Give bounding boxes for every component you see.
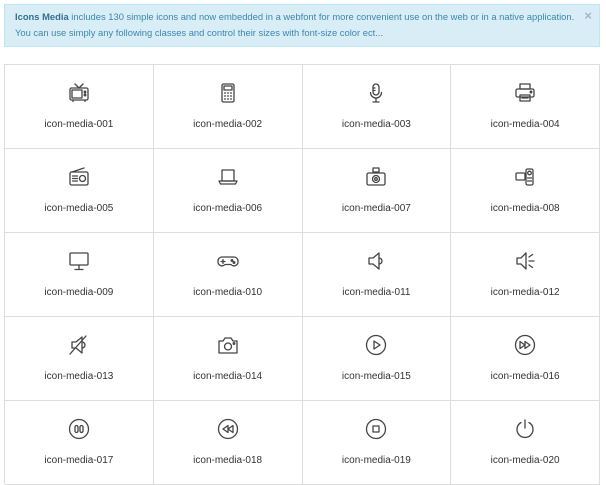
icon-tile-label: icon-media-010: [193, 287, 263, 298]
close-icon[interactable]: ×: [584, 8, 592, 24]
power-icon: [513, 417, 537, 441]
icon-tile[interactable]: icon-media-002: [153, 65, 303, 149]
volume-icon: [513, 249, 537, 273]
icon-tile[interactable]: icon-media-014: [153, 317, 303, 401]
icon-tile-label: icon-media-011: [342, 287, 411, 298]
icon-tile-label: icon-media-013: [44, 371, 114, 382]
icon-tile-label: icon-media-005: [44, 203, 114, 214]
icon-tile-label: icon-media-009: [44, 287, 114, 298]
video-camera-icon: [513, 165, 537, 189]
info-alert: Icons Media includes 130 simple icons an…: [4, 4, 600, 47]
microphone-icon: [364, 81, 388, 105]
icon-tile-label: icon-media-002: [193, 119, 263, 130]
fast-forward-icon: [513, 333, 537, 357]
icon-tile-label: icon-media-004: [490, 119, 560, 130]
icon-tile[interactable]: icon-media-011: [302, 233, 452, 317]
speaker-icon: [364, 249, 388, 273]
icon-tile-label: icon-media-018: [193, 455, 263, 466]
icon-tile-label: icon-media-012: [490, 287, 560, 298]
icon-grid: icon-media-001 icon-media-002 icon-media-0…: [4, 64, 600, 485]
icon-tile-label: icon-media-016: [490, 371, 560, 382]
photo-camera-icon: [216, 333, 240, 357]
icon-tile-label: icon-media-007: [341, 203, 411, 214]
icon-tile[interactable]: icon-media-008: [451, 149, 600, 233]
icon-tile[interactable]: icon-media-017: [5, 401, 154, 485]
icon-tile[interactable]: icon-media-004: [451, 65, 600, 149]
alert-text: includes 130 simple icons and now embedd…: [15, 11, 575, 38]
icon-tile[interactable]: icon-media-013: [5, 317, 154, 401]
icon-tile[interactable]: icon-media-009: [5, 233, 154, 317]
printer-icon: [513, 81, 537, 105]
icon-tile[interactable]: icon-media-020: [451, 401, 600, 485]
icon-tile[interactable]: icon-media-006: [153, 149, 303, 233]
gamepad-icon: [216, 249, 240, 273]
laptop-icon: [216, 165, 240, 189]
icon-tile-label: icon-media-014: [193, 371, 263, 382]
icon-tile-label: icon-media-008: [490, 203, 560, 214]
icon-tile[interactable]: icon-media-018: [153, 401, 303, 485]
play-icon: [364, 333, 388, 357]
icon-tile[interactable]: icon-media-010: [153, 233, 303, 317]
icon-tile[interactable]: icon-media-003: [302, 65, 452, 149]
camera-icon: [364, 165, 388, 189]
icon-tile[interactable]: icon-media-015: [302, 317, 452, 401]
icon-tile[interactable]: icon-media-016: [451, 317, 600, 401]
mute-icon: [67, 333, 91, 357]
icon-tile-label: icon-media-001: [44, 119, 114, 130]
tv-icon: [67, 81, 91, 105]
icon-tile[interactable]: icon-media-019: [302, 401, 452, 485]
icon-tile-label: icon-media-015: [341, 371, 411, 382]
icon-tile-label: icon-media-006: [193, 203, 263, 214]
monitor-icon: [67, 249, 91, 273]
pause-icon: [67, 417, 91, 441]
icon-tile[interactable]: icon-media-001: [5, 65, 154, 149]
icon-tile-label: icon-media-019: [341, 455, 411, 466]
rewind-icon: [216, 417, 240, 441]
icon-tile[interactable]: icon-media-005: [5, 149, 154, 233]
radio-icon: [67, 165, 91, 189]
alert-title: Icons Media: [15, 11, 69, 22]
calculator-icon: [216, 81, 240, 105]
icon-tile-label: icon-media-017: [44, 455, 114, 466]
icon-tile[interactable]: icon-media-007: [302, 149, 452, 233]
icon-tile[interactable]: icon-media-012: [451, 233, 600, 317]
stop-icon: [364, 417, 388, 441]
icon-tile-label: icon-media-020: [490, 455, 560, 466]
icon-tile-label: icon-media-003: [341, 119, 411, 130]
